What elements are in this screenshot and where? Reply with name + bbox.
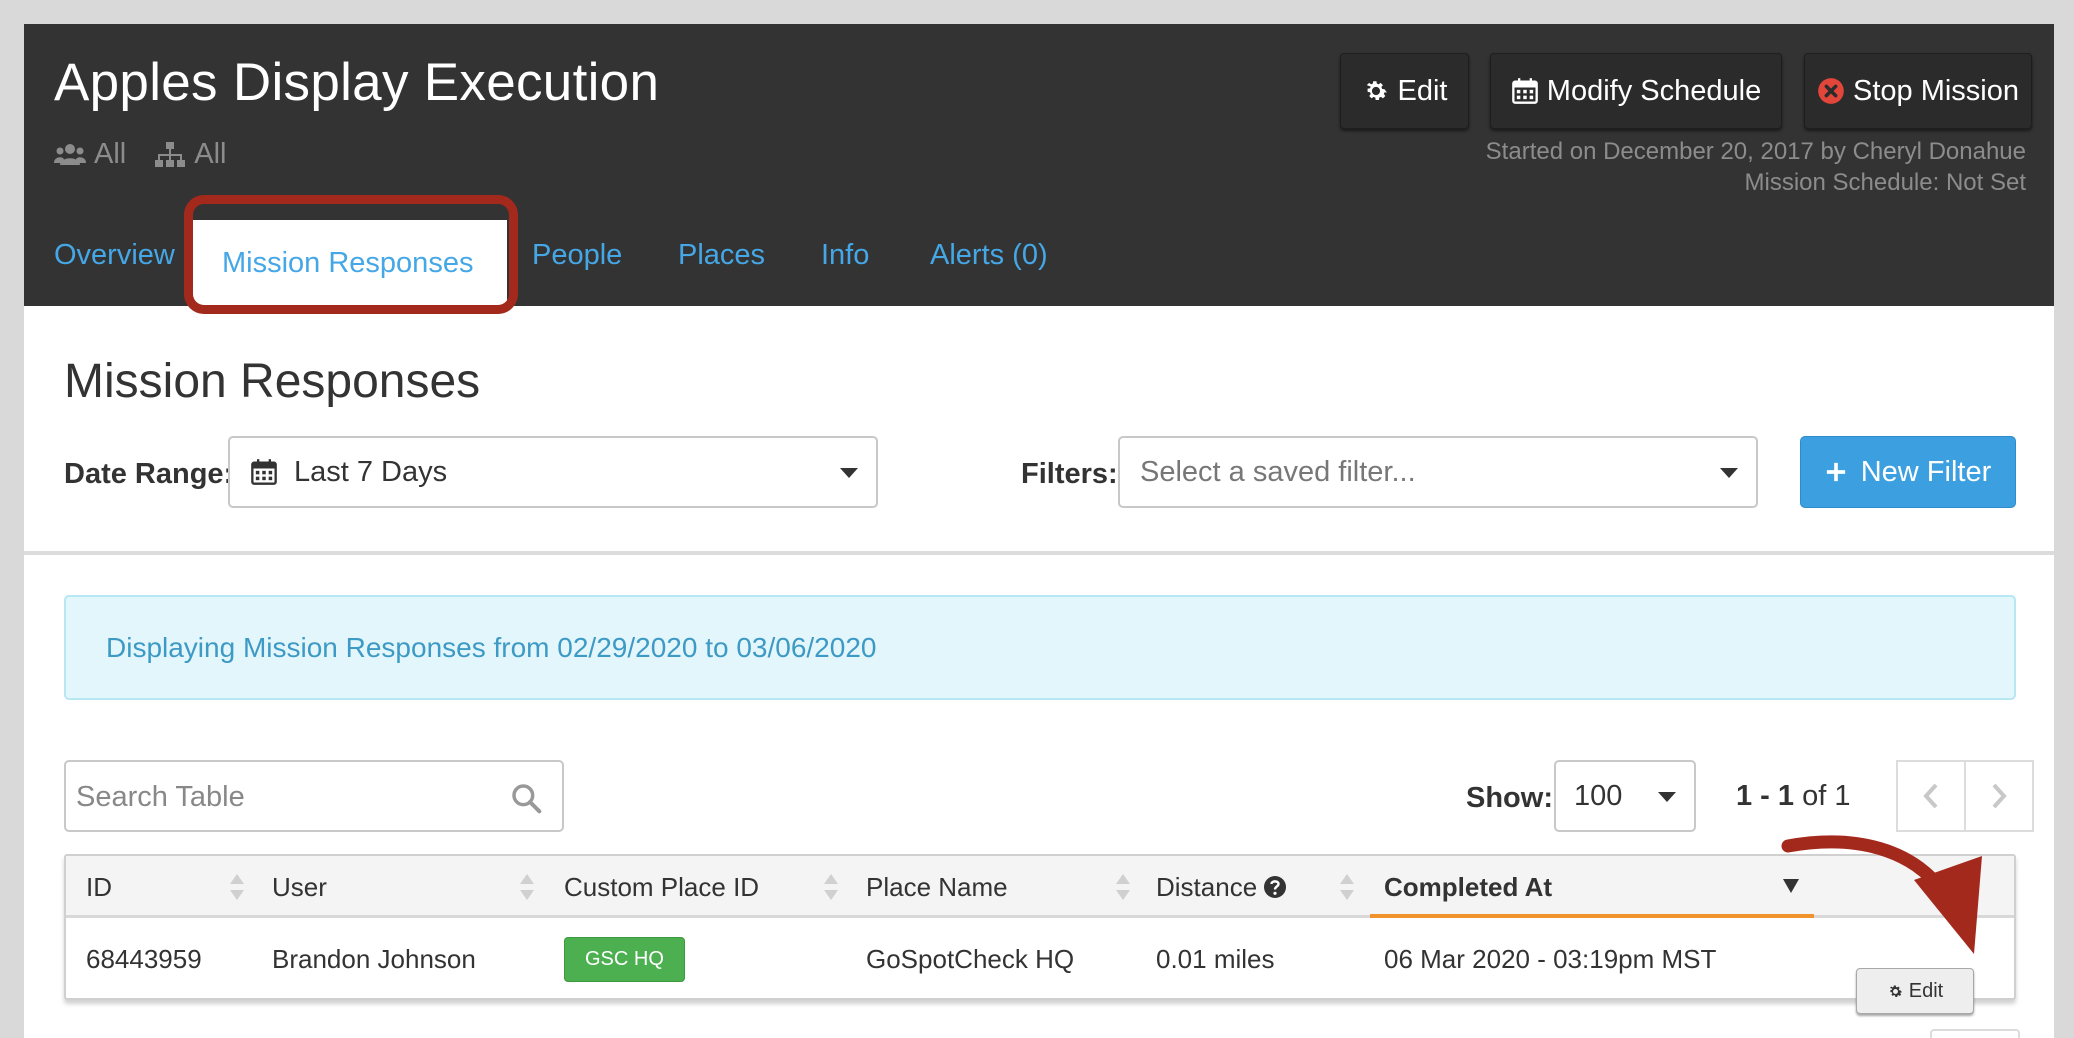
prev-page-button[interactable] xyxy=(1896,760,1966,832)
scope-groups[interactable]: All xyxy=(54,138,126,171)
scope-groups-label: All xyxy=(94,138,127,170)
edit-mission-button[interactable]: Edit xyxy=(1340,53,1469,129)
tab-places[interactable]: Places xyxy=(678,204,765,306)
column-header-distance[interactable]: Distance xyxy=(1156,856,1287,918)
column-header-custom-place-id[interactable]: Custom Place ID xyxy=(564,856,759,918)
sort-icon[interactable] xyxy=(822,872,840,902)
column-header-id[interactable]: ID xyxy=(86,856,112,918)
search-icon[interactable] xyxy=(510,782,542,814)
new-filter-button[interactable]: New Filter xyxy=(1800,436,2016,508)
row-edit-button[interactable]: Edit xyxy=(1856,968,1974,1014)
banner-text: Displaying Mission Responses from 02/29/… xyxy=(106,631,877,663)
hierarchy-icon xyxy=(155,141,186,167)
date-range-select[interactable]: Last 7 Days xyxy=(228,436,878,508)
modify-schedule-button[interactable]: Modify Schedule xyxy=(1490,53,1782,129)
calendar-icon xyxy=(251,459,277,485)
pagination-text: 1 - 1 of 1 xyxy=(1736,780,1850,813)
cell-place-name: GoSpotCheck HQ xyxy=(866,943,1075,974)
cell-distance: 0.01 miles xyxy=(1156,943,1275,974)
gear-icon xyxy=(1366,81,1387,100)
mission-header: Apples Display Execution All All Edit Mo… xyxy=(24,24,2054,204)
modify-schedule-label: Modify Schedule xyxy=(1546,74,1762,107)
chevron-right-icon xyxy=(1992,783,2007,809)
cell-custom-place-id: GSC HQ xyxy=(564,918,685,1000)
section-divider xyxy=(24,551,2054,555)
pagination-range: 1 - 1 xyxy=(1736,780,1795,812)
column-header-user[interactable]: User xyxy=(272,856,327,918)
cell-completed-at: 06 Mar 2020 - 03:19pm MST xyxy=(1384,943,1717,974)
sort-desc-icon[interactable] xyxy=(1782,878,1800,894)
show-label: Show: xyxy=(1466,782,1553,814)
question-circle-icon[interactable] xyxy=(1263,875,1287,899)
table-header: ID User Custom Place ID Place Name Dista… xyxy=(66,856,2014,918)
responses-table: ID User Custom Place ID Place Name Dista… xyxy=(64,854,2016,1000)
search-input[interactable] xyxy=(76,772,476,822)
users-icon xyxy=(54,143,86,165)
chevron-down-icon xyxy=(840,468,858,478)
tab-bar: Overview Mission Responses People Places… xyxy=(24,204,2054,306)
sort-icon[interactable] xyxy=(1338,872,1356,902)
scope-hierarchy[interactable]: All xyxy=(154,138,226,171)
cell-id: 68443959 xyxy=(86,943,202,974)
column-header-distance-label: Distance xyxy=(1156,871,1258,902)
bottom-pager-stub xyxy=(1930,1029,2020,1038)
tab-people[interactable]: People xyxy=(532,204,622,306)
sort-icon[interactable] xyxy=(228,872,246,902)
scope-row: All All xyxy=(54,138,226,171)
tab-info[interactable]: Info xyxy=(821,204,869,306)
place-id-badge: GSC HQ xyxy=(564,936,685,982)
tab-overview[interactable]: Overview xyxy=(54,204,175,306)
saved-filter-placeholder: Select a saved filter... xyxy=(1140,455,1416,488)
search-table xyxy=(64,760,564,832)
column-header-completed-at[interactable]: Completed At xyxy=(1384,856,1552,918)
column-header-place-name[interactable]: Place Name xyxy=(866,856,1008,918)
sort-icon[interactable] xyxy=(1114,872,1132,902)
row-edit-label: Edit xyxy=(1908,979,1944,1002)
stop-circle-icon xyxy=(1818,78,1844,104)
stop-mission-label: Stop Mission xyxy=(1852,74,2019,107)
plus-icon xyxy=(1826,462,1845,482)
date-range-label: Date Range: xyxy=(64,458,234,490)
date-range-value: Last 7 Days xyxy=(294,455,448,488)
scope-hierarchy-label: All xyxy=(194,138,227,170)
saved-filter-select[interactable]: Select a saved filter... xyxy=(1118,436,1758,508)
cell-user: Brandon Johnson xyxy=(272,943,476,974)
pagination-total: of 1 xyxy=(1802,780,1851,812)
started-on-text: Started on December 20, 2017 by Cheryl D… xyxy=(1485,138,2026,165)
sort-icon[interactable] xyxy=(518,872,536,902)
page-title: Mission Responses xyxy=(64,355,481,408)
mission-meta: Started on December 20, 2017 by Cheryl D… xyxy=(1486,136,2026,198)
chevron-down-icon xyxy=(1720,468,1738,478)
chevron-left-icon xyxy=(1923,783,1938,809)
gear-icon xyxy=(1889,985,1902,997)
new-filter-label: New Filter xyxy=(1860,455,1992,488)
calendar-icon xyxy=(1511,78,1538,104)
tab-alerts[interactable]: Alerts (0) xyxy=(930,204,1048,306)
edit-mission-label: Edit xyxy=(1397,74,1448,107)
chevron-down-icon xyxy=(1658,792,1676,802)
schedule-text: Mission Schedule: Not Set xyxy=(1744,169,2026,196)
filters-label: Filters: xyxy=(1021,458,1118,490)
app-window: Apples Display Execution All All Edit Mo… xyxy=(24,24,2054,1038)
stop-mission-button[interactable]: Stop Mission xyxy=(1804,53,2032,129)
date-range-banner: Displaying Mission Responses from 02/29/… xyxy=(64,595,2016,700)
next-page-button[interactable] xyxy=(1964,760,2034,832)
page-size-select[interactable]: 100 xyxy=(1554,760,1696,832)
tab-mission-responses[interactable]: Mission Responses xyxy=(188,220,508,306)
mission-title: Apples Display Execution xyxy=(54,53,660,112)
page-size-value: 100 xyxy=(1574,779,1623,812)
